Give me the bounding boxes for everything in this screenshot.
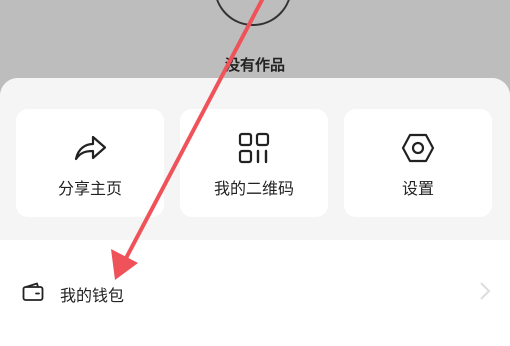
avatar[interactable]: [214, 0, 292, 26]
my-qr-code-button[interactable]: 我的二维码: [180, 109, 328, 217]
no-works-text: 没有作品: [224, 56, 285, 74]
settings-button[interactable]: 设置: [344, 109, 492, 217]
my-wallet-label: 我的钱包: [60, 286, 125, 305]
qr-code-icon: [180, 131, 328, 165]
settings-icon: [344, 131, 492, 165]
share-icon: [16, 131, 164, 165]
my-qr-code-label: 我的二维码: [213, 179, 294, 198]
my-wallet-item[interactable]: 我的钱包: [0, 260, 510, 324]
profile-header: 没有作品: [0, 0, 510, 90]
bottom-sheet: 分享主页 我的二维码 设置 我的钱包: [0, 78, 510, 346]
share-homepage-label: 分享主页: [57, 179, 122, 198]
wallet-icon: [22, 282, 44, 301]
chevron-right-icon: [480, 282, 491, 300]
share-homepage-button[interactable]: 分享主页: [16, 109, 164, 217]
settings-label: 设置: [401, 179, 434, 198]
action-cards-area: 分享主页 我的二维码 设置: [0, 78, 510, 240]
